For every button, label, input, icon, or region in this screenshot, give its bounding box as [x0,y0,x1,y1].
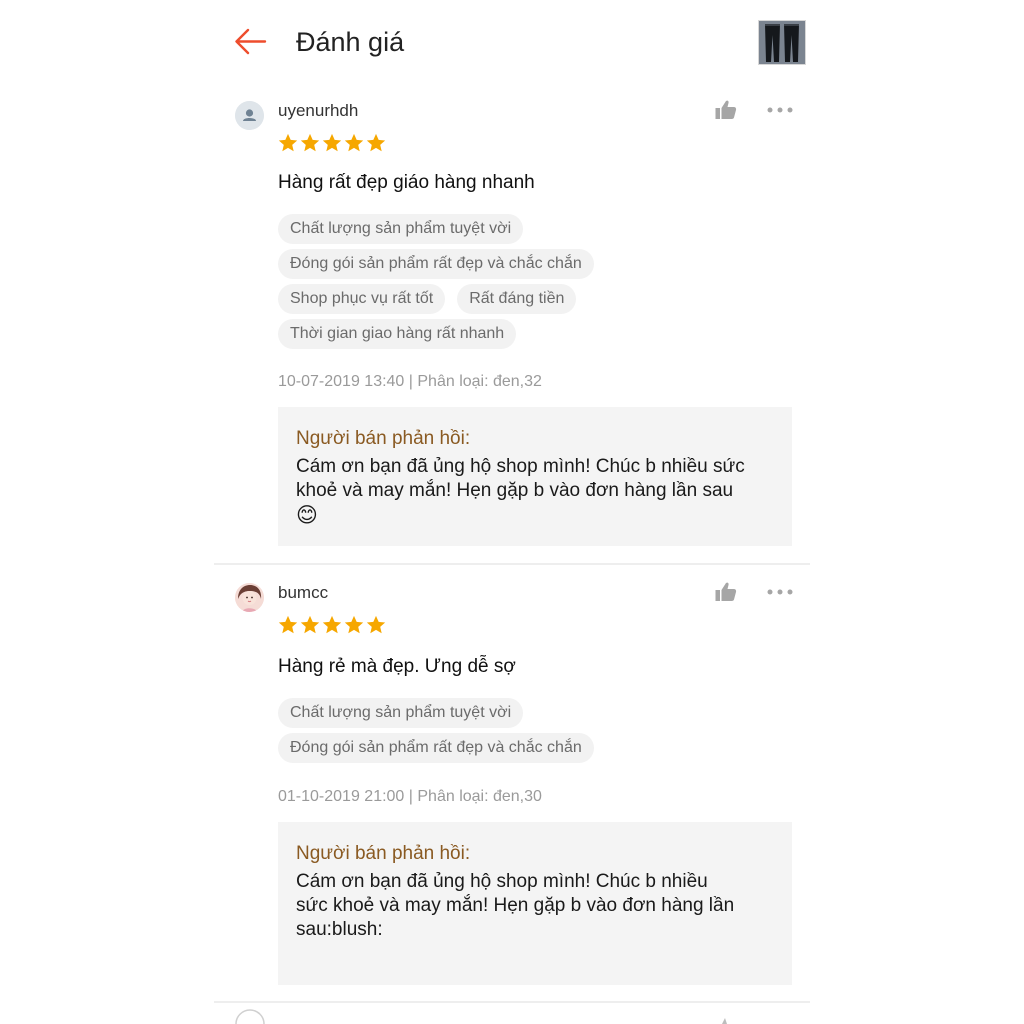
more-dots-icon [767,589,793,595]
back-button[interactable] [232,24,268,60]
star-icon [344,133,364,152]
review-divider [214,1001,810,1003]
star-rating [277,132,387,154]
avatar[interactable] [235,101,264,130]
review-tag: Đóng gói sản phẩm rất đẹp và chắc chắn [278,733,594,763]
star-icon [344,615,364,634]
review-tag: Chất lượng sản phẩm tuyệt vời [278,698,524,728]
review-item: bumcc Hàng rẻ mà đẹp. Ưng dễ sợ Chất lượ… [214,566,810,1002]
more-options-button[interactable] [767,98,793,122]
seller-reply-label: Người bán phản hồi: [296,843,471,864]
review-tag: Đóng gói sản phẩm rất đẹp và chắc chắn [278,249,594,279]
star-icon [322,133,342,152]
more-dots-icon [767,107,793,113]
review-tags: Chất lượng sản phẩm tuyệt vời Đóng gói s… [278,698,808,768]
review-comment: Hàng rất đẹp giáo hàng nhanh [278,172,535,193]
like-button[interactable] [714,98,738,122]
review-meta: 01-10-2019 21:00 | Phân loại: đen,30 [278,788,542,805]
avatar[interactable] [235,583,264,612]
review-tag: Chất lượng sản phẩm tuyệt vời [278,214,524,244]
star-icon [278,133,298,152]
review-tag: Shop phục vụ rất tốt [278,284,446,314]
reviewer-username[interactable]: bumcc [278,583,328,603]
star-icon [300,133,320,152]
seller-reply-text: Cám ơn bạn đã ủng hộ shop mình! Chúc b n… [296,455,776,529]
review-comment: Hàng rẻ mà đẹp. Ưng dễ sợ [278,656,516,677]
user-photo-avatar [235,583,264,612]
seller-reply: Người bán phản hồi: Cám ơn bạn đã ủng hộ… [278,407,792,546]
review-item: uyenurhdh Hàng rất đẹp giáo hàng nhanh C… [214,84,810,564]
arrow-left-icon [235,28,267,55]
reviewer-username[interactable]: uyenurhdh [278,101,358,121]
thumbs-up-icon [715,100,737,119]
star-icon [300,615,320,634]
seller-reply-label: Người bán phản hồi: [296,428,471,449]
review-page: Đánh giá uyenurhdh Hàng rất đẹp giáo hàn… [0,0,1024,1024]
header-bar: Đánh giá [214,0,810,84]
star-icon [278,615,298,634]
user-avatar-icon [235,101,264,130]
like-button[interactable] [714,580,738,604]
next-avatar-edge [235,1009,727,1024]
star-icon [322,615,342,634]
review-tag: Thời gian giao hàng rất nhanh [278,319,517,349]
review-tags: Chất lượng sản phẩm tuyệt vời Đóng gói s… [278,214,808,354]
star-rating [277,614,387,636]
next-review-peek [214,1004,810,1024]
product-thumbnail[interactable] [758,20,806,65]
star-icon [366,615,386,634]
more-options-button[interactable] [767,580,793,604]
review-divider [214,563,810,565]
smiling-face-emoji: 😊 [296,504,318,527]
thumbs-up-icon [715,582,737,601]
seller-reply-message: Cám ơn bạn đã ủng hộ shop mình! Chúc b n… [296,456,745,501]
seller-reply: Người bán phản hồi: Cám ơn bạn đã ủng hộ… [278,822,792,985]
app-screen: Đánh giá uyenurhdh Hàng rất đẹp giáo hàn… [214,0,810,1024]
review-meta: 10-07-2019 13:40 | Phân loại: đen,32 [278,373,542,390]
jeans-product-image [759,21,805,64]
page-title: Đánh giá [296,27,405,57]
star-icon [366,133,386,152]
review-tag: Rất đáng tiền [457,284,577,314]
seller-reply-text: Cám ơn bạn đã ủng hộ shop mình! Chúc b n… [296,871,735,940]
